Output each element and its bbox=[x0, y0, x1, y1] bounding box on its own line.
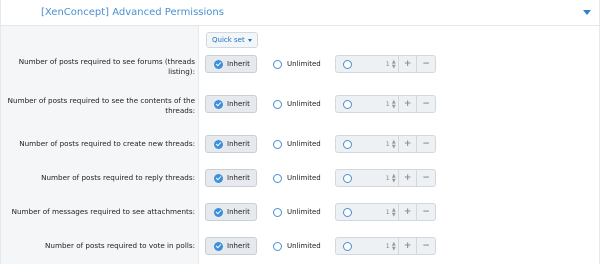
radio-icon[interactable] bbox=[273, 59, 282, 69]
value-text: 1 bbox=[385, 208, 390, 216]
value-input[interactable]: 1 ▲ ▼ bbox=[336, 170, 398, 186]
decrement-button[interactable]: − bbox=[416, 96, 435, 112]
inherit-option[interactable]: Inherit bbox=[205, 135, 257, 153]
decrement-button[interactable]: − bbox=[416, 56, 435, 72]
value-input[interactable]: 1 ▲ ▼ bbox=[336, 238, 398, 254]
inherit-option[interactable]: Inherit bbox=[205, 237, 257, 255]
inherit-option[interactable]: Inherit bbox=[205, 169, 257, 187]
spin-arrows-icon[interactable]: ▲ ▼ bbox=[392, 208, 396, 218]
spin-arrows-icon[interactable]: ▲ ▼ bbox=[392, 242, 396, 252]
radio-icon[interactable] bbox=[343, 59, 352, 69]
increment-button[interactable]: + bbox=[397, 136, 417, 152]
unlimited-label: Unlimited bbox=[287, 242, 321, 250]
radio-icon[interactable] bbox=[343, 173, 352, 183]
inherit-label: Inherit bbox=[227, 208, 250, 216]
inherit-label: Inherit bbox=[227, 140, 250, 148]
radio-icon[interactable] bbox=[343, 99, 352, 109]
permission-label: Number of posts required to create new t… bbox=[19, 139, 195, 148]
section-header[interactable]: [XenConcept] Advanced Permissions bbox=[1, 0, 599, 26]
increment-button[interactable]: + bbox=[397, 238, 417, 254]
inherit-label: Inherit bbox=[227, 100, 250, 108]
check-icon bbox=[214, 139, 223, 149]
check-icon bbox=[214, 59, 223, 69]
increment-button[interactable]: + bbox=[397, 56, 417, 72]
permissions-panel: [XenConcept] Advanced Permissions Quick … bbox=[0, 0, 600, 264]
decrement-button[interactable]: − bbox=[416, 136, 435, 152]
unlimited-option[interactable]: Unlimited bbox=[273, 55, 321, 73]
value-input[interactable]: 1 ▲ ▼ bbox=[336, 56, 398, 72]
value-text: 1 bbox=[385, 174, 390, 182]
quick-set-label: Quick set bbox=[212, 36, 245, 44]
chevron-down-icon[interactable] bbox=[583, 10, 591, 15]
decrement-button[interactable]: − bbox=[416, 170, 435, 186]
unlimited-label: Unlimited bbox=[287, 100, 321, 108]
unlimited-label: Unlimited bbox=[287, 140, 321, 148]
value-stepper[interactable]: 1 ▲ ▼ + − bbox=[335, 135, 436, 153]
decrement-button[interactable]: − bbox=[416, 238, 435, 254]
spin-arrows-icon[interactable]: ▲ ▼ bbox=[392, 60, 396, 70]
value-text: 1 bbox=[385, 60, 390, 68]
unlimited-option[interactable]: Unlimited bbox=[273, 135, 321, 153]
inherit-option[interactable]: Inherit bbox=[205, 95, 257, 113]
inherit-option[interactable]: Inherit bbox=[205, 203, 257, 221]
value-stepper[interactable]: 1 ▲ ▼ + − bbox=[335, 203, 436, 221]
value-text: 1 bbox=[385, 100, 390, 108]
check-icon bbox=[214, 207, 223, 217]
check-icon bbox=[214, 173, 223, 183]
unlimited-option[interactable]: Unlimited bbox=[273, 203, 321, 221]
value-stepper[interactable]: 1 ▲ ▼ + − bbox=[335, 169, 436, 187]
inherit-option[interactable]: Inherit bbox=[205, 55, 257, 73]
check-icon bbox=[214, 241, 223, 251]
value-text: 1 bbox=[385, 140, 390, 148]
radio-icon[interactable] bbox=[273, 207, 282, 217]
value-input[interactable]: 1 ▲ ▼ bbox=[336, 204, 398, 220]
radio-icon[interactable] bbox=[343, 139, 352, 149]
value-stepper[interactable]: 1 ▲ ▼ + − bbox=[335, 55, 436, 73]
radio-icon[interactable] bbox=[273, 139, 282, 149]
unlimited-label: Unlimited bbox=[287, 174, 321, 182]
unlimited-option[interactable]: Unlimited bbox=[273, 95, 321, 113]
caret-down-icon bbox=[247, 38, 252, 42]
quick-set-button[interactable]: Quick set bbox=[206, 32, 258, 48]
spin-arrows-icon[interactable]: ▲ ▼ bbox=[392, 100, 396, 110]
check-icon bbox=[214, 99, 223, 109]
value-input[interactable]: 1 ▲ ▼ bbox=[336, 136, 398, 152]
spin-arrows-icon[interactable]: ▲ ▼ bbox=[392, 174, 396, 184]
radio-icon[interactable] bbox=[273, 99, 282, 109]
radio-icon[interactable] bbox=[343, 207, 352, 217]
spin-arrows-icon[interactable]: ▲ ▼ bbox=[392, 140, 396, 150]
increment-button[interactable]: + bbox=[397, 170, 417, 186]
unlimited-option[interactable]: Unlimited bbox=[273, 237, 321, 255]
value-input[interactable]: 1 ▲ ▼ bbox=[336, 96, 398, 112]
value-stepper[interactable]: 1 ▲ ▼ + − bbox=[335, 237, 436, 255]
increment-button[interactable]: + bbox=[397, 96, 417, 112]
section-title: [XenConcept] Advanced Permissions bbox=[41, 7, 224, 18]
permission-label: Number of posts required to see forums (… bbox=[18, 57, 195, 76]
unlimited-label: Unlimited bbox=[287, 60, 321, 68]
unlimited-label: Unlimited bbox=[287, 208, 321, 216]
value-text: 1 bbox=[385, 242, 390, 250]
radio-icon[interactable] bbox=[273, 173, 282, 183]
permission-label: Number of posts required to reply thread… bbox=[41, 173, 195, 182]
value-stepper[interactable]: 1 ▲ ▼ + − bbox=[335, 95, 436, 113]
permission-label: Number of posts required to vote in poll… bbox=[45, 241, 195, 250]
radio-icon[interactable] bbox=[343, 241, 352, 251]
inherit-label: Inherit bbox=[227, 242, 250, 250]
decrement-button[interactable]: − bbox=[416, 204, 435, 220]
permission-label: Number of posts required to see the cont… bbox=[7, 96, 195, 115]
permission-label: Number of messages required to see attac… bbox=[11, 207, 195, 216]
inherit-label: Inherit bbox=[227, 60, 250, 68]
inherit-label: Inherit bbox=[227, 174, 250, 182]
increment-button[interactable]: + bbox=[397, 204, 417, 220]
unlimited-option[interactable]: Unlimited bbox=[273, 169, 321, 187]
radio-icon[interactable] bbox=[273, 241, 282, 251]
